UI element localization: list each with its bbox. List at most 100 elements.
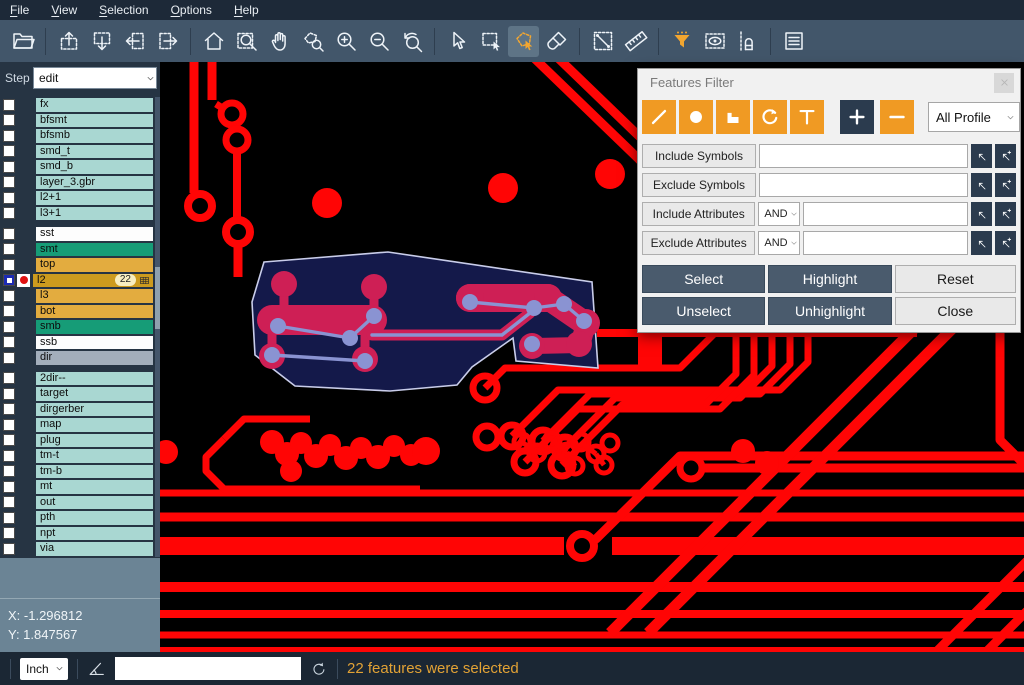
filter-type-surface-button[interactable] xyxy=(716,100,750,134)
feature-info-form-button[interactable] xyxy=(778,26,809,57)
layer-checkbox[interactable] xyxy=(3,450,15,462)
layer-checkbox[interactable] xyxy=(3,352,15,364)
include-attributes-and-select[interactable]: AND xyxy=(758,202,800,226)
snap-magnet-button[interactable] xyxy=(732,26,763,57)
layer-checkbox[interactable] xyxy=(3,321,15,333)
layer-checkbox[interactable] xyxy=(3,192,15,204)
select-polygon-button[interactable] xyxy=(508,26,539,57)
layer-row-smd_b[interactable]: smd_b xyxy=(0,159,160,175)
layer-row-l3[interactable]: l3 xyxy=(0,288,160,304)
layer-checkbox[interactable] xyxy=(3,161,15,173)
layer-checkbox[interactable] xyxy=(3,496,15,508)
zoom-in-button[interactable] xyxy=(330,26,361,57)
layer-row-smb[interactable]: smb xyxy=(0,319,160,335)
layer-row-sst[interactable]: sst xyxy=(0,226,160,242)
dialog-close-button[interactable] xyxy=(994,73,1014,93)
home-button[interactable] xyxy=(198,26,229,57)
layer-checkbox[interactable] xyxy=(3,372,15,384)
layer-row-top[interactable]: top xyxy=(0,257,160,273)
command-input[interactable] xyxy=(115,657,301,680)
pan-hand-button[interactable] xyxy=(264,26,295,57)
unselect-button[interactable]: Unselect xyxy=(642,297,765,325)
layer-row-dirgerber[interactable]: dirgerber xyxy=(0,402,160,418)
layer-row-pth[interactable]: pth xyxy=(0,510,160,526)
menu-item-help[interactable]: Help xyxy=(234,3,259,17)
layer-row-l2+1[interactable]: l2+1 xyxy=(0,190,160,206)
units-select[interactable]: Inch xyxy=(20,658,68,680)
layer-row-out[interactable]: out xyxy=(0,495,160,511)
filter-type-pad-button[interactable] xyxy=(679,100,713,134)
include-attributes-input[interactable] xyxy=(803,202,968,226)
add-features-button[interactable] xyxy=(840,100,874,134)
layer-checkbox[interactable] xyxy=(3,465,15,477)
zoom-object-button[interactable] xyxy=(297,26,328,57)
layer-row-via[interactable]: via xyxy=(0,541,160,557)
layer-checkbox[interactable] xyxy=(3,543,15,555)
open-folder-button[interactable] xyxy=(7,26,38,57)
unhighlight-button[interactable]: Unhighlight xyxy=(768,297,891,325)
remove-features-button[interactable] xyxy=(880,100,914,134)
exclude-attributes-pick-button[interactable] xyxy=(971,231,992,255)
menu-item-file[interactable]: File xyxy=(10,3,29,17)
layer-checkbox[interactable] xyxy=(3,207,15,219)
layer-checkbox[interactable] xyxy=(3,259,15,271)
layer-checkbox[interactable] xyxy=(3,434,15,446)
menu-item-selection[interactable]: Selection xyxy=(99,3,148,17)
layer-row-layer_3.gbr[interactable]: layer_3.gbr xyxy=(0,175,160,191)
zoom-window-button[interactable] xyxy=(231,26,262,57)
include-attributes-pick-add-button[interactable] xyxy=(995,202,1016,226)
layer-row-map[interactable]: map xyxy=(0,417,160,433)
layer-row-target[interactable]: target xyxy=(0,386,160,402)
profile-select[interactable]: All Profile xyxy=(928,102,1020,132)
zoom-out-button[interactable] xyxy=(363,26,394,57)
exclude-attributes-input[interactable] xyxy=(803,231,968,255)
exclude-attributes-pick-add-button[interactable] xyxy=(995,231,1016,255)
include-symbols-button[interactable]: Include Symbols xyxy=(642,144,756,168)
zoom-previous-button[interactable] xyxy=(396,26,427,57)
mass-edit-brush-button[interactable] xyxy=(541,26,572,57)
layer-row-bot[interactable]: bot xyxy=(0,304,160,320)
step-select[interactable]: edit xyxy=(33,67,157,89)
measure-line-button[interactable] xyxy=(587,26,618,57)
layer-row-l3+1[interactable]: l3+1 xyxy=(0,206,160,222)
layer-checkbox[interactable] xyxy=(3,403,15,415)
layer-checkbox[interactable] xyxy=(3,388,15,400)
layer-checkbox[interactable] xyxy=(3,145,15,157)
menu-item-view[interactable]: View xyxy=(51,3,77,17)
exclude-symbols-pick-add-button[interactable] xyxy=(995,173,1016,197)
include-symbols-input[interactable] xyxy=(759,144,968,168)
select-button[interactable]: Select xyxy=(642,265,765,293)
layer-row-fx[interactable]: fx xyxy=(0,97,160,113)
layer-checkbox[interactable] xyxy=(3,512,15,524)
exclude-attributes-button[interactable]: Exclude Attributes xyxy=(642,231,755,255)
layer-row-mt[interactable]: mt xyxy=(0,479,160,495)
exclude-symbols-input[interactable] xyxy=(759,173,968,197)
pan-up-button[interactable] xyxy=(53,26,84,57)
dialog-title-bar[interactable]: Features Filter xyxy=(638,69,1020,96)
pan-right-button[interactable] xyxy=(152,26,183,57)
layer-row-2dir--[interactable]: 2dir-- xyxy=(0,371,160,387)
layer-checkbox[interactable] xyxy=(3,419,15,431)
layer-checkbox[interactable] xyxy=(3,290,15,302)
layer-row-tm-b[interactable]: tm-b xyxy=(0,464,160,480)
layer-checkbox[interactable] xyxy=(3,336,15,348)
include-symbols-pick-add-button[interactable] xyxy=(995,144,1016,168)
layer-checkbox[interactable] xyxy=(3,228,15,240)
exclude-symbols-button[interactable]: Exclude Symbols xyxy=(642,173,756,197)
refresh-icon[interactable] xyxy=(310,660,328,678)
layer-row-smd_t[interactable]: smd_t xyxy=(0,144,160,160)
reset-button[interactable]: Reset xyxy=(895,265,1016,293)
layer-row-l2[interactable]: l222 xyxy=(0,273,160,289)
filter-type-arc-button[interactable] xyxy=(753,100,787,134)
layer-checkbox[interactable] xyxy=(3,481,15,493)
layer-row-dir[interactable]: dir xyxy=(0,350,160,366)
layer-checkbox[interactable] xyxy=(3,243,15,255)
angle-measure-icon[interactable] xyxy=(87,659,106,678)
layer-row-bfsmb[interactable]: bfsmb xyxy=(0,128,160,144)
include-symbols-pick-button[interactable] xyxy=(971,144,992,168)
close-button[interactable]: Close xyxy=(895,297,1016,325)
measure-ruler-button[interactable] xyxy=(620,26,651,57)
layer-checkbox[interactable] xyxy=(3,130,15,142)
exclude-attributes-and-select[interactable]: AND xyxy=(758,231,800,255)
layer-row-tm-t[interactable]: tm-t xyxy=(0,448,160,464)
